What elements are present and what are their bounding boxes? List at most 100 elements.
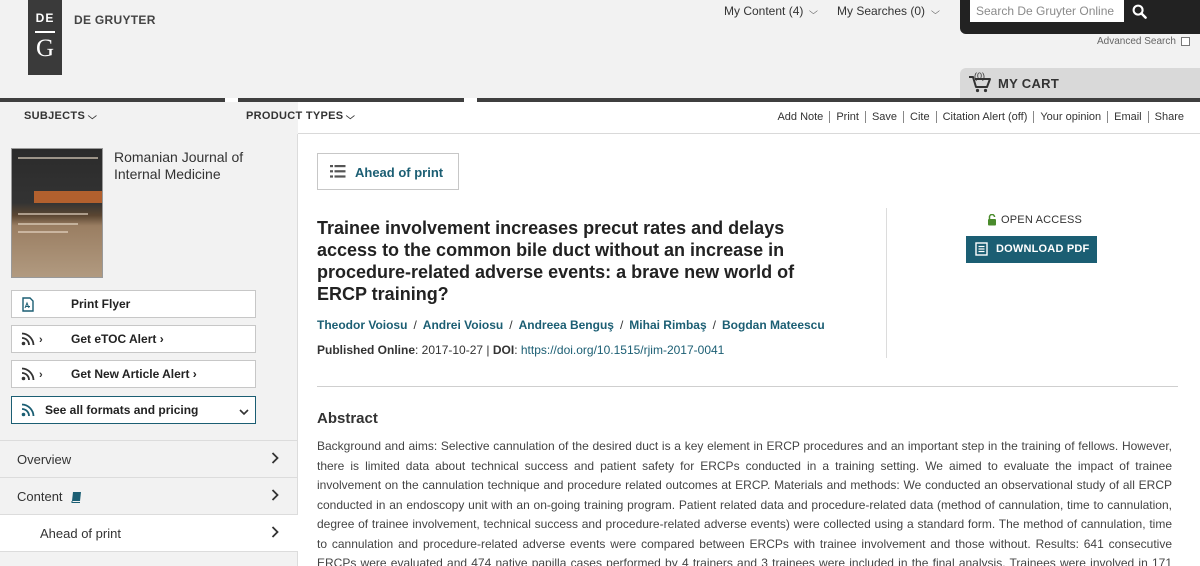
new-article-alert-button[interactable]: › Get New Article Alert ›: [11, 360, 256, 388]
author-link[interactable]: Mihai Rimbaş: [629, 318, 706, 332]
etoc-alert-label: Get eTOC Alert ›: [71, 332, 164, 346]
subjects-label: SUBJECTS: [24, 110, 86, 122]
my-content-label: My Content (4): [724, 4, 804, 18]
cover-decoration: [18, 223, 78, 225]
my-content-menu[interactable]: My Content (4) ⌵: [724, 4, 819, 18]
horizontal-divider: [317, 386, 1178, 387]
vertical-divider: [886, 208, 887, 358]
author-separator: /: [712, 318, 716, 332]
sidebar-item-overview[interactable]: Overview: [0, 440, 298, 477]
email-link[interactable]: Email: [1107, 111, 1148, 123]
etoc-alert-button[interactable]: › Get eTOC Alert ›: [11, 325, 256, 353]
chevron-right-icon: [271, 452, 279, 467]
print-flyer-button[interactable]: Print Flyer: [11, 290, 256, 318]
see-formats-label: See all formats and pricing: [45, 403, 199, 417]
product-types-label: PRODUCT TYPES: [246, 110, 344, 122]
pdf-icon: [21, 297, 35, 312]
open-access-label: OPEN ACCESS: [1001, 214, 1083, 226]
print-link[interactable]: Print: [829, 111, 865, 123]
top-header: DE G DE GRUYTER My Content (4) ⌵ My Sear…: [0, 0, 1200, 98]
cover-decoration: [18, 213, 88, 215]
open-access-badge: OPEN ACCESS: [987, 214, 1082, 226]
publication-info: Published Online: 2017-10-27 | DOI: http…: [317, 343, 725, 357]
subjects-menu[interactable]: SUBJECTS ⌵: [24, 110, 98, 122]
brand-name[interactable]: DE GRUYTER: [74, 13, 156, 27]
advanced-search-link[interactable]: Advanced Search: [1097, 36, 1190, 47]
ahead-of-print-badge-label: Ahead of print: [355, 165, 444, 180]
doi-label: DOI: [492, 343, 515, 357]
sidebar-item-next[interactable]: [0, 551, 298, 566]
search-bar: [960, 0, 1200, 34]
journal-cover-image[interactable]: [11, 148, 103, 278]
your-opinion-link[interactable]: Your opinion: [1033, 111, 1107, 123]
document-icon: [975, 242, 988, 259]
ahead-of-print-label: Ahead of print: [40, 526, 121, 541]
content-label: Content: [17, 489, 63, 504]
author-separator: /: [619, 318, 624, 332]
save-link[interactable]: Save: [864, 111, 903, 123]
book-icon: [71, 491, 81, 503]
chevron-down-icon: ⌵: [931, 5, 940, 16]
product-types-menu[interactable]: PRODUCT TYPES ⌵: [246, 110, 355, 122]
my-cart-button[interactable]: (0) MY CART: [960, 68, 1200, 98]
journal-name[interactable]: Romanian Journal of Internal Medicine: [114, 149, 274, 183]
logo-de-text: DE: [35, 11, 55, 25]
article-actions: Add Note Print Save Cite Citation Alert …: [771, 111, 1190, 123]
author-link[interactable]: Andrei Voiosu: [423, 318, 503, 332]
abstract-text: Background and aims: Selective cannulati…: [317, 439, 1172, 566]
my-searches-menu[interactable]: My Searches (0) ⌵: [837, 4, 940, 18]
sidebar-item-ahead-of-print[interactable]: Ahead of print: [0, 514, 298, 551]
svg-text:›: ›: [39, 369, 43, 381]
list-icon: [330, 165, 346, 183]
author-link[interactable]: Bogdan Mateescu: [722, 318, 825, 332]
doi-link[interactable]: https://doi.org/10.1515/rjim-2017-0041: [521, 343, 724, 357]
my-searches-label: My Searches (0): [837, 4, 926, 18]
logo-divider: [35, 31, 55, 33]
see-formats-dropdown[interactable]: See all formats and pricing: [11, 396, 256, 424]
cart-count: (0): [974, 71, 985, 81]
published-date: : 2017-10-27 |: [415, 343, 493, 357]
author-separator: /: [413, 318, 417, 332]
cite-link[interactable]: Cite: [903, 111, 936, 123]
checkbox-icon[interactable]: [1180, 37, 1190, 46]
cover-decoration: [18, 157, 98, 159]
download-pdf-button[interactable]: DOWNLOAD PDF: [966, 236, 1097, 263]
published-label: Published Online: [317, 343, 416, 357]
author-list: Theodor Voiosu / Andrei Voiosu / Andreea…: [317, 318, 825, 332]
chevron-right-icon: [271, 489, 279, 504]
chevron-down-icon: ⌵: [88, 110, 98, 121]
abstract-heading: Abstract: [317, 410, 378, 427]
search-button[interactable]: [1126, 0, 1152, 22]
ahead-of-print-badge[interactable]: Ahead of print: [317, 153, 459, 190]
new-article-alert-label: Get New Article Alert ›: [71, 367, 197, 381]
cover-decoration: [34, 191, 102, 203]
de-gruyter-logo[interactable]: DE G: [28, 0, 62, 75]
sidebar-item-content[interactable]: Content: [0, 477, 298, 514]
chevron-right-icon: [271, 526, 279, 541]
rss-icon: ›: [21, 332, 45, 346]
share-link[interactable]: Share: [1147, 111, 1190, 123]
article-title: Trainee involvement increases precut rat…: [317, 218, 795, 304]
cover-decoration: [18, 231, 68, 233]
nav-bar: SUBJECTS ⌵ PRODUCT TYPES ⌵ Add Note Prin…: [0, 102, 1200, 134]
chevron-down-icon: ⌵: [809, 5, 819, 16]
search-input[interactable]: [970, 0, 1124, 22]
chevron-down-icon: [239, 405, 249, 419]
lock-open-icon: [988, 214, 996, 226]
author-link[interactable]: Andreea Benguş: [519, 318, 614, 332]
citation-alert-link[interactable]: Citation Alert (off): [935, 111, 1034, 123]
rss-icon: [21, 403, 35, 417]
add-note-link[interactable]: Add Note: [771, 111, 829, 123]
chevron-down-icon: ⌵: [346, 110, 356, 121]
rss-icon: ›: [21, 367, 45, 381]
print-flyer-label: Print Flyer: [71, 297, 131, 311]
sidebar: Romanian Journal of Internal Medicine Pr…: [0, 134, 298, 566]
advanced-search-label: Advanced Search: [1097, 36, 1176, 47]
content-entry: Content: [17, 489, 82, 504]
cart-label: MY CART: [998, 75, 1060, 91]
svg-text:›: ›: [39, 334, 43, 346]
page: DE G DE GRUYTER My Content (4) ⌵ My Sear…: [0, 0, 1200, 566]
author-separator: /: [509, 318, 513, 332]
author-link[interactable]: Theodor Voiosu: [317, 318, 407, 332]
logo-g-text: G: [35, 35, 55, 62]
